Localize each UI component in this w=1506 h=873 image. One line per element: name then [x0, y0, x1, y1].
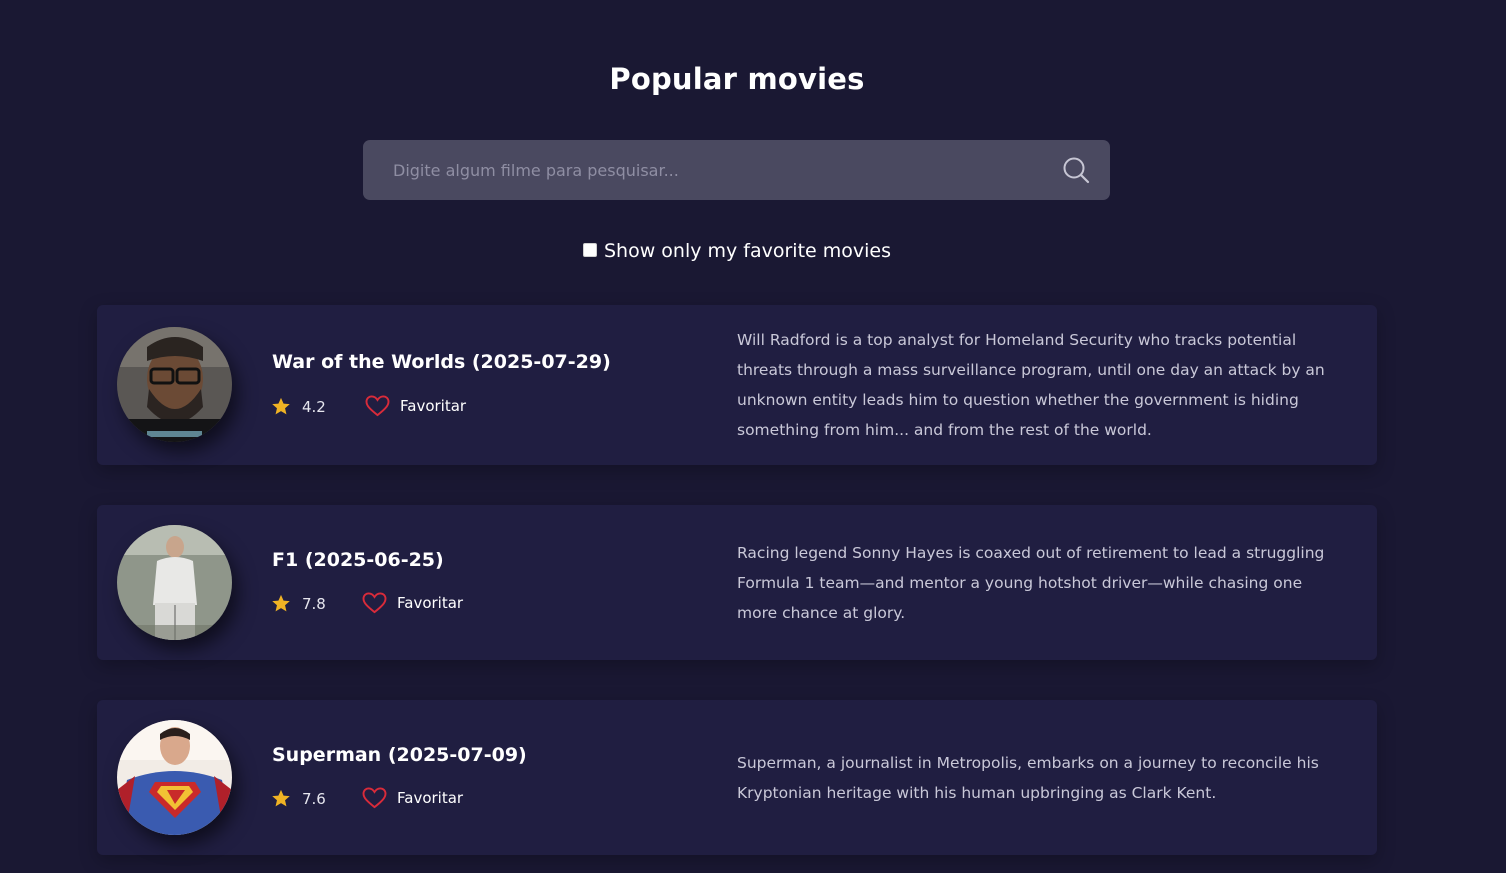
- favorite-button[interactable]: Favoritar: [362, 592, 463, 614]
- movie-poster: [117, 720, 232, 835]
- movie-rating: 4.2: [271, 397, 326, 416]
- movie-rating: 7.6: [271, 789, 326, 808]
- heart-icon[interactable]: [365, 395, 390, 417]
- rating-value: 7.8: [302, 594, 326, 613]
- movie-overview: Racing legend Sonny Hayes is coaxed out …: [737, 544, 1325, 622]
- search-bar: [363, 140, 1110, 200]
- movie-overview: Superman, a journalist in Metropolis, em…: [737, 754, 1319, 802]
- star-icon: [272, 594, 290, 612]
- heart-icon[interactable]: [362, 787, 387, 809]
- movie-rating: 7.8: [271, 594, 326, 613]
- favorite-button[interactable]: Favoritar: [365, 395, 466, 417]
- movie-poster: [117, 327, 232, 442]
- movie-title: F1 (2025-06-25): [272, 549, 444, 571]
- movie-overview: Will Radford is a top analyst for Homela…: [737, 331, 1325, 439]
- favorites-checkbox[interactable]: [582, 242, 597, 257]
- page: Popular movies Show only my favorite mov…: [0, 0, 1506, 873]
- star-icon: [272, 789, 290, 807]
- favorite-button[interactable]: Favoritar: [362, 787, 463, 809]
- star-icon: [272, 397, 290, 415]
- movie-card: War of the Worlds (2025-07-29) 4.2 Favor…: [97, 305, 1377, 465]
- search-icon[interactable]: [1062, 156, 1090, 184]
- rating-value: 7.6: [302, 789, 326, 808]
- favorites-filter-label: Show only my favorite movies: [603, 240, 892, 262]
- favorites-filter[interactable]: Show only my favorite movies: [0, 240, 1474, 262]
- page-title: Popular movies: [609, 62, 865, 96]
- heart-icon[interactable]: [362, 592, 387, 614]
- favorite-label: Favoritar: [397, 789, 464, 807]
- search-input[interactable]: [363, 140, 1110, 200]
- rating-value: 4.2: [302, 397, 326, 416]
- favorite-label: Favoritar: [397, 594, 464, 612]
- movie-title: Superman (2025-07-09): [272, 744, 527, 766]
- movie-card: F1 (2025-06-25) 7.8 Favoritar Racing leg…: [97, 505, 1377, 660]
- movie-title: War of the Worlds (2025-07-29): [272, 351, 611, 373]
- favorite-label: Favoritar: [400, 397, 467, 415]
- movie-card: Superman (2025-07-09) 7.6 Favoritar Supe…: [97, 700, 1377, 855]
- movie-poster: [117, 525, 232, 640]
